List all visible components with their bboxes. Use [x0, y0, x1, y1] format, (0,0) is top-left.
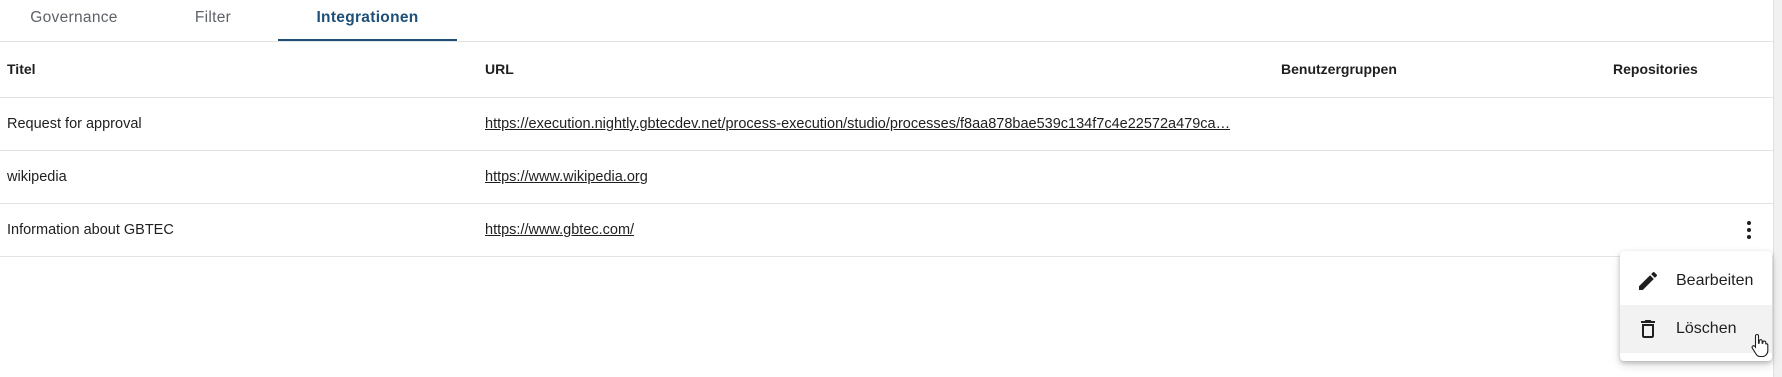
table-header-row: Titel URL Benutzergruppen Repositories — [0, 41, 1773, 98]
row-repositories — [1613, 98, 1763, 150]
row-title: Request for approval — [7, 116, 142, 132]
scrollbar[interactable] — [1773, 0, 1782, 377]
row-url-cell: https://www.wikipedia.org — [485, 151, 1245, 203]
column-header-repositories[interactable]: Repositories — [1613, 41, 1763, 97]
hand-pointer-icon — [1751, 333, 1769, 357]
tab-bar: Governance Filter Integrationen — [0, 0, 1773, 42]
tab-filter[interactable]: Filter — [148, 0, 278, 40]
table-row[interactable]: wikipedia https://www.wikipedia.org — [0, 151, 1773, 204]
pencil-icon — [1639, 271, 1658, 290]
table-row[interactable]: Request for approval https://execution.n… — [0, 98, 1773, 151]
row-context-menu: Bearbeiten Löschen — [1620, 251, 1772, 361]
integrations-table: Titel URL Benutzergruppen Repositories R… — [0, 41, 1773, 257]
column-header-title[interactable]: Titel — [7, 41, 477, 97]
row-title: Information about GBTEC — [7, 222, 174, 238]
row-repositories — [1613, 151, 1763, 203]
column-header-url[interactable]: URL — [485, 41, 1245, 97]
column-header-user-groups[interactable]: Benutzergruppen — [1281, 41, 1581, 97]
menu-item-edit[interactable]: Bearbeiten — [1620, 257, 1772, 305]
row-user-groups — [1281, 204, 1581, 256]
row-user-groups — [1281, 98, 1581, 150]
menu-item-label: Löschen — [1676, 320, 1737, 337]
row-title: wikipedia — [7, 169, 67, 185]
more-vert-icon[interactable] — [1737, 218, 1761, 242]
row-user-groups — [1281, 151, 1581, 203]
tab-governance[interactable]: Governance — [0, 0, 148, 40]
row-url-link[interactable]: https://www.wikipedia.org — [485, 169, 648, 185]
row-url-link[interactable]: https://execution.nightly.gbtecdev.net/p… — [485, 116, 1230, 132]
menu-item-label: Bearbeiten — [1676, 272, 1754, 289]
table-row[interactable]: Information about GBTEC https://www.gbte… — [0, 204, 1773, 257]
row-url-link[interactable]: https://www.gbtec.com/ — [485, 222, 634, 238]
tab-integrationen[interactable]: Integrationen — [278, 0, 457, 41]
row-url-cell: https://execution.nightly.gbtecdev.net/p… — [485, 98, 1245, 150]
menu-item-delete[interactable]: Löschen — [1620, 305, 1772, 353]
row-url-cell: https://www.gbtec.com/ — [485, 204, 1245, 256]
trash-icon — [1641, 320, 1655, 338]
